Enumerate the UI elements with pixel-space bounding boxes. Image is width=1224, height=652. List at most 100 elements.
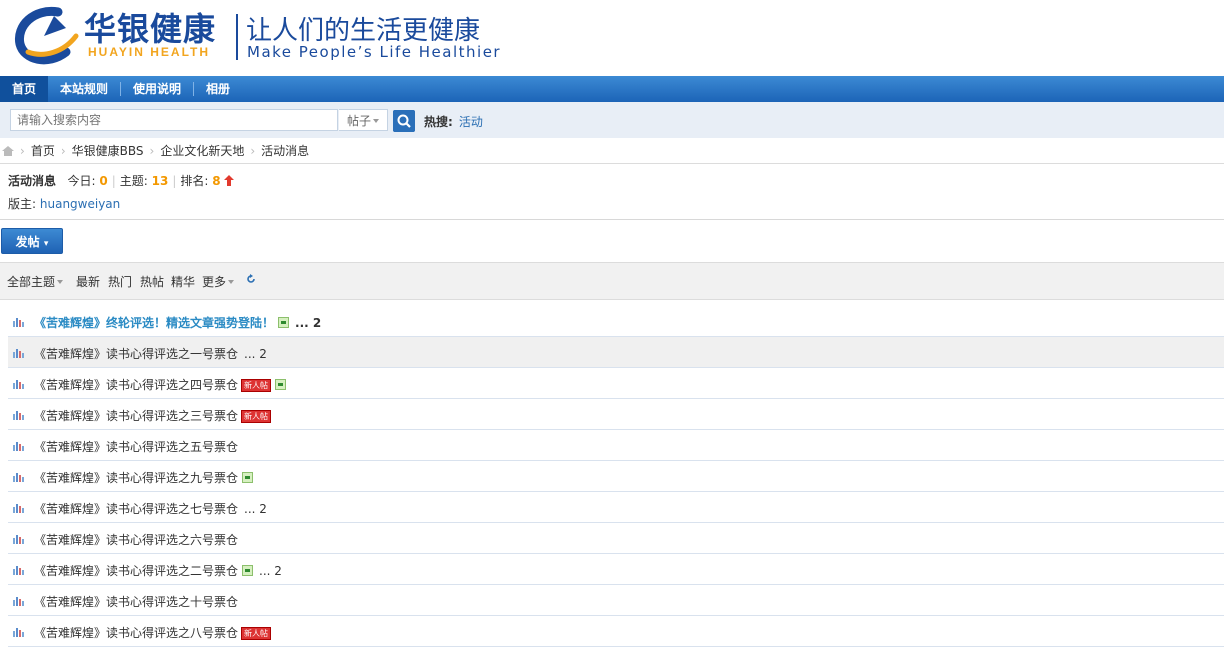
image-attachment-icon bbox=[278, 317, 290, 328]
thread-status-icon bbox=[13, 349, 24, 358]
thread-row[interactable]: 《苦难辉煌》读书心得评选之四号票仓 新人帖 bbox=[8, 368, 1224, 399]
search-type-label: 帖子 bbox=[347, 114, 372, 128]
moderator: 版主: huangweiyan bbox=[8, 195, 120, 212]
thread-pages[interactable]: ... 2 bbox=[244, 502, 267, 516]
breadcrumb-bbs[interactable]: 华银健康BBS bbox=[72, 144, 144, 158]
thread-row[interactable]: 《苦难辉煌》读书心得评选之二号票仓 ... 2 bbox=[8, 554, 1224, 585]
image-attachment-icon bbox=[242, 472, 254, 483]
nav-item-rules[interactable]: 本站规则 bbox=[48, 76, 120, 102]
image-attachment-icon bbox=[275, 379, 287, 390]
filter-latest[interactable]: 最新 bbox=[76, 273, 100, 290]
thread-row[interactable]: 《苦难辉煌》读书心得评选之十号票仓 bbox=[8, 585, 1224, 616]
breadcrumb-section[interactable]: 企业文化新天地 bbox=[160, 144, 244, 158]
moderator-link[interactable]: huangweiyan bbox=[40, 197, 120, 211]
thread-title[interactable]: 《苦难辉煌》读书心得评选之四号票仓 bbox=[34, 378, 238, 392]
thread-title[interactable]: 《苦难辉煌》读书心得评选之十号票仓 bbox=[34, 595, 238, 609]
new-badge: 新人帖 bbox=[241, 410, 272, 423]
thread-row[interactable]: 《苦难辉煌》读书心得评选之六号票仓 bbox=[8, 523, 1224, 554]
hot-search: 热搜: 活动 bbox=[424, 113, 483, 130]
forum-name: 活动消息 bbox=[8, 174, 57, 188]
topics-label: 主题: bbox=[119, 174, 148, 188]
thread-row[interactable]: 《苦难辉煌》读书心得评选之八号票仓 新人帖 bbox=[8, 616, 1224, 647]
thread-status-icon bbox=[13, 504, 24, 513]
thread-status-icon bbox=[13, 473, 24, 482]
thread-title-wrap: 《苦难辉煌》读书心得评选之二号票仓 ... 2 bbox=[34, 562, 282, 579]
search-input[interactable] bbox=[10, 109, 338, 131]
today-label: 今日: bbox=[67, 174, 96, 188]
thread-title-wrap: 《苦难辉煌》终轮评选！精选文章强势登陆！ ... 2 bbox=[34, 314, 321, 331]
thread-title[interactable]: 《苦难辉煌》终轮评选！精选文章强势登陆！ bbox=[34, 316, 274, 330]
thread-row[interactable]: 《苦难辉煌》读书心得评选之五号票仓 bbox=[8, 430, 1224, 461]
thread-pages[interactable]: ... 2 bbox=[244, 347, 267, 361]
thread-title[interactable]: 《苦难辉煌》读书心得评选之二号票仓 bbox=[34, 564, 238, 578]
thread-title-wrap: 《苦难辉煌》读书心得评选之五号票仓 bbox=[34, 438, 238, 455]
divider: | bbox=[111, 174, 116, 188]
thread-pages[interactable]: ... 2 bbox=[295, 316, 321, 330]
forum-stats: 活动消息 今日: 0 | 主题: 13 | 排名: 8 bbox=[8, 172, 235, 189]
filter-hot[interactable]: 热门 bbox=[108, 273, 132, 290]
thread-title[interactable]: 《苦难辉煌》读书心得评选之一号票仓 bbox=[34, 347, 238, 361]
new-badge: 新人帖 bbox=[241, 627, 272, 640]
brand-divider bbox=[236, 14, 238, 60]
search-bar: 帖子 热搜: 活动 bbox=[0, 102, 1224, 138]
breadcrumb-arrow: › bbox=[20, 144, 25, 158]
thread-row[interactable]: 《苦难辉煌》读书心得评选之九号票仓 bbox=[8, 461, 1224, 492]
topics-count: 13 bbox=[151, 174, 169, 188]
thread-status-icon bbox=[13, 628, 24, 637]
thread-title-wrap: 《苦难辉煌》读书心得评选之一号票仓 ... 2 bbox=[34, 345, 267, 362]
thread-title-wrap: 《苦难辉煌》读书心得评选之六号票仓 bbox=[34, 531, 238, 548]
search-type-select[interactable]: 帖子 bbox=[339, 109, 388, 131]
thread-status-icon bbox=[13, 318, 24, 327]
thread-title[interactable]: 《苦难辉煌》读书心得评选之六号票仓 bbox=[34, 533, 238, 547]
thread-status-icon bbox=[13, 411, 24, 420]
breadcrumb-arrow: › bbox=[60, 144, 66, 158]
filter-digest[interactable]: 精华 bbox=[171, 273, 195, 290]
brand-name-en: HUAYIN HEALTH bbox=[88, 45, 211, 59]
site-header: 华银健康 HUAYIN HEALTH 让人们的生活更健康 Make People… bbox=[0, 0, 1224, 76]
chevron-down-icon bbox=[228, 280, 235, 284]
breadcrumb-forum[interactable]: 活动消息 bbox=[261, 144, 309, 158]
thread-status-icon bbox=[13, 566, 24, 575]
thread-title[interactable]: 《苦难辉煌》读书心得评选之七号票仓 bbox=[34, 502, 238, 516]
thread-title[interactable]: 《苦难辉煌》读书心得评选之八号票仓 bbox=[34, 626, 238, 640]
thread-row[interactable]: 《苦难辉煌》读书心得评选之七号票仓 ... 2 bbox=[8, 492, 1224, 523]
filter-hot-posts[interactable]: 热帖 bbox=[140, 273, 164, 290]
refresh-icon[interactable] bbox=[246, 274, 256, 284]
chevron-down-icon bbox=[57, 280, 64, 284]
brand-name: 华银健康 bbox=[84, 10, 217, 48]
thread-row[interactable]: 《苦难辉煌》终轮评选！精选文章强势登陆！ ... 2 bbox=[8, 306, 1224, 337]
nav-item-album[interactable]: 相册 bbox=[194, 76, 242, 102]
thread-title-wrap: 《苦难辉煌》读书心得评选之十号票仓 bbox=[34, 593, 238, 610]
thread-title-wrap: 《苦难辉煌》读书心得评选之七号票仓 ... 2 bbox=[34, 500, 267, 517]
nav-item-home[interactable]: 首页 bbox=[0, 76, 49, 102]
search-button[interactable] bbox=[393, 110, 415, 132]
thread-title[interactable]: 《苦难辉煌》读书心得评选之三号票仓 bbox=[34, 409, 238, 423]
thread-status-icon bbox=[13, 597, 24, 606]
thread-title[interactable]: 《苦难辉煌》读书心得评选之九号票仓 bbox=[34, 471, 238, 485]
moderator-label: 版主: bbox=[8, 197, 37, 211]
home-icon[interactable] bbox=[2, 146, 14, 156]
nav-item-help[interactable]: 使用说明 bbox=[121, 76, 193, 102]
thread-pages[interactable]: ... 2 bbox=[259, 564, 282, 578]
hot-search-term[interactable]: 活动 bbox=[459, 115, 483, 129]
filter-all[interactable]: 全部主题 bbox=[7, 273, 64, 290]
slogan: 让人们的生活更健康 bbox=[246, 16, 481, 46]
thread-title-wrap: 《苦难辉煌》读书心得评选之九号票仓 bbox=[34, 469, 254, 486]
logo-icon[interactable] bbox=[14, 6, 80, 66]
thread-title[interactable]: 《苦难辉煌》读书心得评选之五号票仓 bbox=[34, 440, 238, 454]
thread-row[interactable]: 《苦难辉煌》读书心得评选之一号票仓 ... 2 bbox=[8, 337, 1224, 368]
breadcrumb-arrow: › bbox=[149, 144, 155, 158]
thread-row[interactable]: 《苦难辉煌》读书心得评选之三号票仓 新人帖 bbox=[8, 399, 1224, 430]
breadcrumb: › 首页 › 华银健康BBS › 企业文化新天地 › 活动消息 bbox=[0, 139, 1224, 164]
divider: | bbox=[172, 174, 177, 188]
rank-value: 8 bbox=[212, 174, 221, 188]
breadcrumb-home[interactable]: 首页 bbox=[31, 144, 55, 158]
chevron-down-icon: ▾ bbox=[43, 239, 49, 249]
rank-label: 排名: bbox=[180, 174, 209, 188]
filter-all-label: 全部主题 bbox=[7, 275, 56, 289]
thread-status-icon bbox=[13, 442, 24, 451]
image-attachment-icon bbox=[242, 565, 254, 576]
thread-title-wrap: 《苦难辉煌》读书心得评选之八号票仓 新人帖 bbox=[34, 624, 272, 641]
filter-more[interactable]: 更多 bbox=[202, 273, 235, 290]
new-post-button[interactable]: 发帖 ▾ bbox=[1, 228, 63, 254]
